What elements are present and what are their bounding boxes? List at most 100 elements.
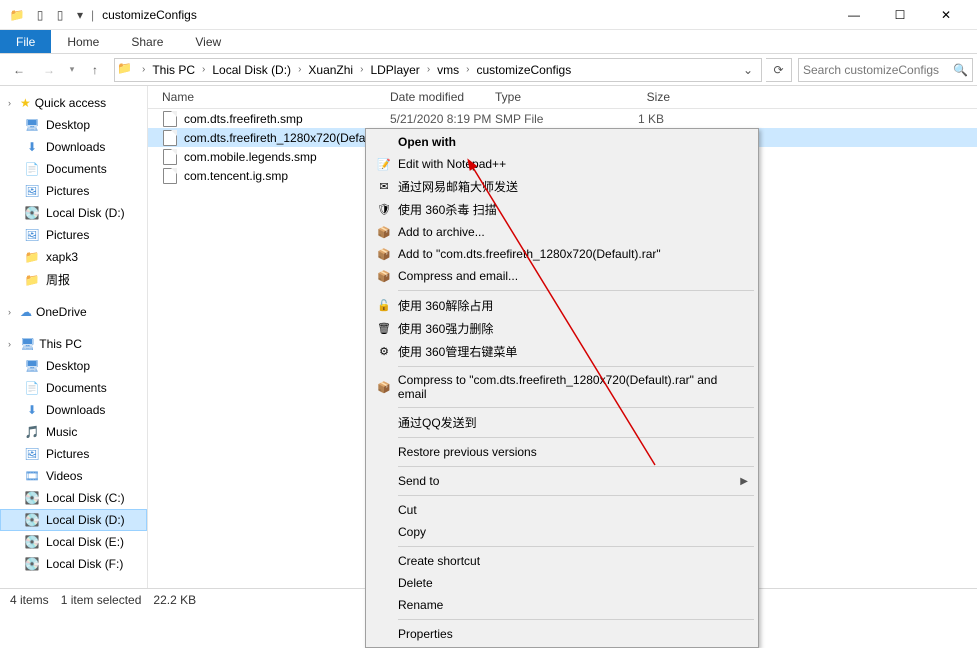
minimize-button[interactable]: — [831,0,877,30]
nav-item[interactable]: 🖼Pictures [0,224,147,246]
cm-label: 使用 360解除占用 [398,297,493,314]
file-row[interactable]: com.dts.freefireth.smp 5/21/2020 8:19 PM… [148,109,977,128]
cm-label: 使用 360管理右键菜单 [398,343,517,360]
cm-copy[interactable]: Copy [368,521,756,543]
cm-label: 通过网易邮箱大师发送 [398,178,518,195]
pictures-icon: 🖼 [24,183,40,199]
status-size: 22.2 KB [153,593,196,607]
chevron-right-icon[interactable]: › [357,64,366,75]
caret-icon[interactable]: › [8,98,18,108]
nav-item[interactable]: 🖥Desktop [0,114,147,136]
chevron-right-icon[interactable]: › [295,64,304,75]
search-icon[interactable]: 🔍 [953,63,968,77]
nav-onedrive[interactable]: › ☁ OneDrive [0,301,147,323]
nav-item[interactable]: 📁xapk3 [0,246,147,268]
nav-item[interactable]: 🖼Pictures [0,180,147,202]
back-button[interactable]: ← [4,55,34,85]
column-headers[interactable]: Name Date modified Type Size [148,86,977,109]
nav-item[interactable]: ⬇Downloads [0,136,147,158]
qat-dropdown[interactable]: ▾ [71,4,89,26]
nav-item[interactable]: 📁 周报 [0,268,147,291]
search-placeholder: Search customizeConfigs [803,63,939,77]
col-date[interactable]: Date modified [390,90,495,104]
breadcrumb[interactable]: 📁 › This PC › Local Disk (D:) › XuanZhi … [114,58,762,82]
cm-item[interactable]: ⚙使用 360管理右键菜单 [368,340,756,363]
breadcrumb-seg[interactable]: vms [433,63,463,77]
cm-label: Compress and email... [398,269,518,283]
col-name[interactable]: Name [162,90,390,104]
tab-view[interactable]: View [179,30,237,53]
maximize-button[interactable]: ☐ [877,0,923,30]
cm-cut[interactable]: Cut [368,499,756,521]
cm-item[interactable]: 📦Compress and email... [368,265,756,287]
cm-rename[interactable]: Rename [368,594,756,616]
tab-file[interactable]: File [0,30,51,53]
cm-item[interactable]: 📦Add to "com.dts.freefireth_1280x720(Def… [368,243,756,265]
col-type[interactable]: Type [495,90,600,104]
cm-sendto[interactable]: Send to▶ [368,470,756,492]
nav-item[interactable]: 💽Local Disk (E:) [0,531,147,553]
nav-item[interactable]: ⬇Downloads [0,399,147,421]
qat-item[interactable]: ▯ [31,4,49,26]
chevron-right-icon[interactable]: › [199,64,208,75]
cm-item[interactable]: ✉通过网易邮箱大师发送 [368,175,756,198]
separator [398,546,754,547]
search-input[interactable]: Search customizeConfigs 🔍 [798,58,973,82]
navigation-pane[interactable]: › ★ Quick access 🖥Desktop⬇Downloads📄Docu… [0,86,148,588]
tab-share[interactable]: Share [115,30,179,53]
cm-properties[interactable]: Properties [368,623,756,645]
nav-thispc[interactable]: › 🖥 This PC [0,333,147,355]
chevron-right-icon[interactable]: › [139,64,148,75]
cm-item[interactable]: 📦Compress to "com.dts.freefireth_1280x72… [368,370,756,404]
nav-item[interactable]: 🎞Videos [0,465,147,487]
cm-item[interactable]: 📝Edit with Notepad++ [368,153,756,175]
history-dropdown[interactable]: ▾ [64,55,80,85]
folder-icon: 📁 [24,272,40,288]
cm-shortcut[interactable]: Create shortcut [368,550,756,572]
nav-item[interactable]: 💽Local Disk (D:) [0,202,147,224]
cm-item[interactable]: 🗑使用 360强力删除 [368,317,756,340]
breadcrumb-seg[interactable]: LDPlayer [366,63,423,77]
context-menu[interactable]: Open with 📝Edit with Notepad++✉通过网易邮箱大师发… [365,128,759,648]
cm-item[interactable]: 🛡使用 360杀毒 扫描 [368,198,756,221]
cm-delete[interactable]: Delete [368,572,756,594]
nav-item[interactable]: 🖼Pictures [0,443,147,465]
tab-home[interactable]: Home [51,30,115,53]
nav-item[interactable]: 🖥Desktop [0,355,147,377]
forward-button[interactable]: → [34,55,64,85]
breadcrumb-seg[interactable]: This PC [148,63,199,77]
file-date: 5/21/2020 8:19 PM [390,112,495,126]
cm-qq-send[interactable]: 通过QQ发送到 [368,411,756,434]
chevron-right-icon[interactable]: › [463,64,472,75]
col-size[interactable]: Size [600,90,680,104]
chevron-right-icon[interactable]: › [424,64,433,75]
qat-item[interactable]: ▯ [51,4,69,26]
separator [398,437,754,438]
nav-item[interactable]: 🎵Music [0,421,147,443]
nav-network[interactable]: › 🖧 Network [0,585,147,588]
nav-item[interactable]: 💽Local Disk (D:) [0,509,147,531]
breadcrumb-seg[interactable]: XuanZhi [304,63,357,77]
caret-icon[interactable]: › [8,307,18,317]
nav-item[interactable]: 💽Local Disk (C:) [0,487,147,509]
up-button[interactable]: ↑ [80,55,110,85]
nav-item[interactable]: 💽Local Disk (F:) [0,553,147,575]
caret-icon[interactable]: › [8,339,18,349]
breadcrumb-seg[interactable]: customizeConfigs [473,63,576,77]
cm-label: Compress to "com.dts.freefireth_1280x720… [398,373,748,401]
file-icon [162,111,178,127]
refresh-button[interactable]: ⟳ [766,58,792,82]
nav-item-label: 周报 [46,271,70,288]
separator [398,407,754,408]
close-button[interactable]: ✕ [923,0,969,30]
cm-item[interactable]: 🔓使用 360解除占用 [368,294,756,317]
breadcrumb-seg[interactable]: Local Disk (D:) [208,63,295,77]
nav-item[interactable]: 📄Documents [0,377,147,399]
unlock-icon: 🔓 [374,298,394,314]
cm-item[interactable]: 📦Add to archive... [368,221,756,243]
breadcrumb-dropdown[interactable]: ⌄ [737,63,759,77]
nav-quick-access[interactable]: › ★ Quick access [0,92,147,114]
cm-restore[interactable]: Restore previous versions [368,441,756,463]
nav-item[interactable]: 📄Documents [0,158,147,180]
nav-item-label: Local Disk (E:) [46,535,124,549]
